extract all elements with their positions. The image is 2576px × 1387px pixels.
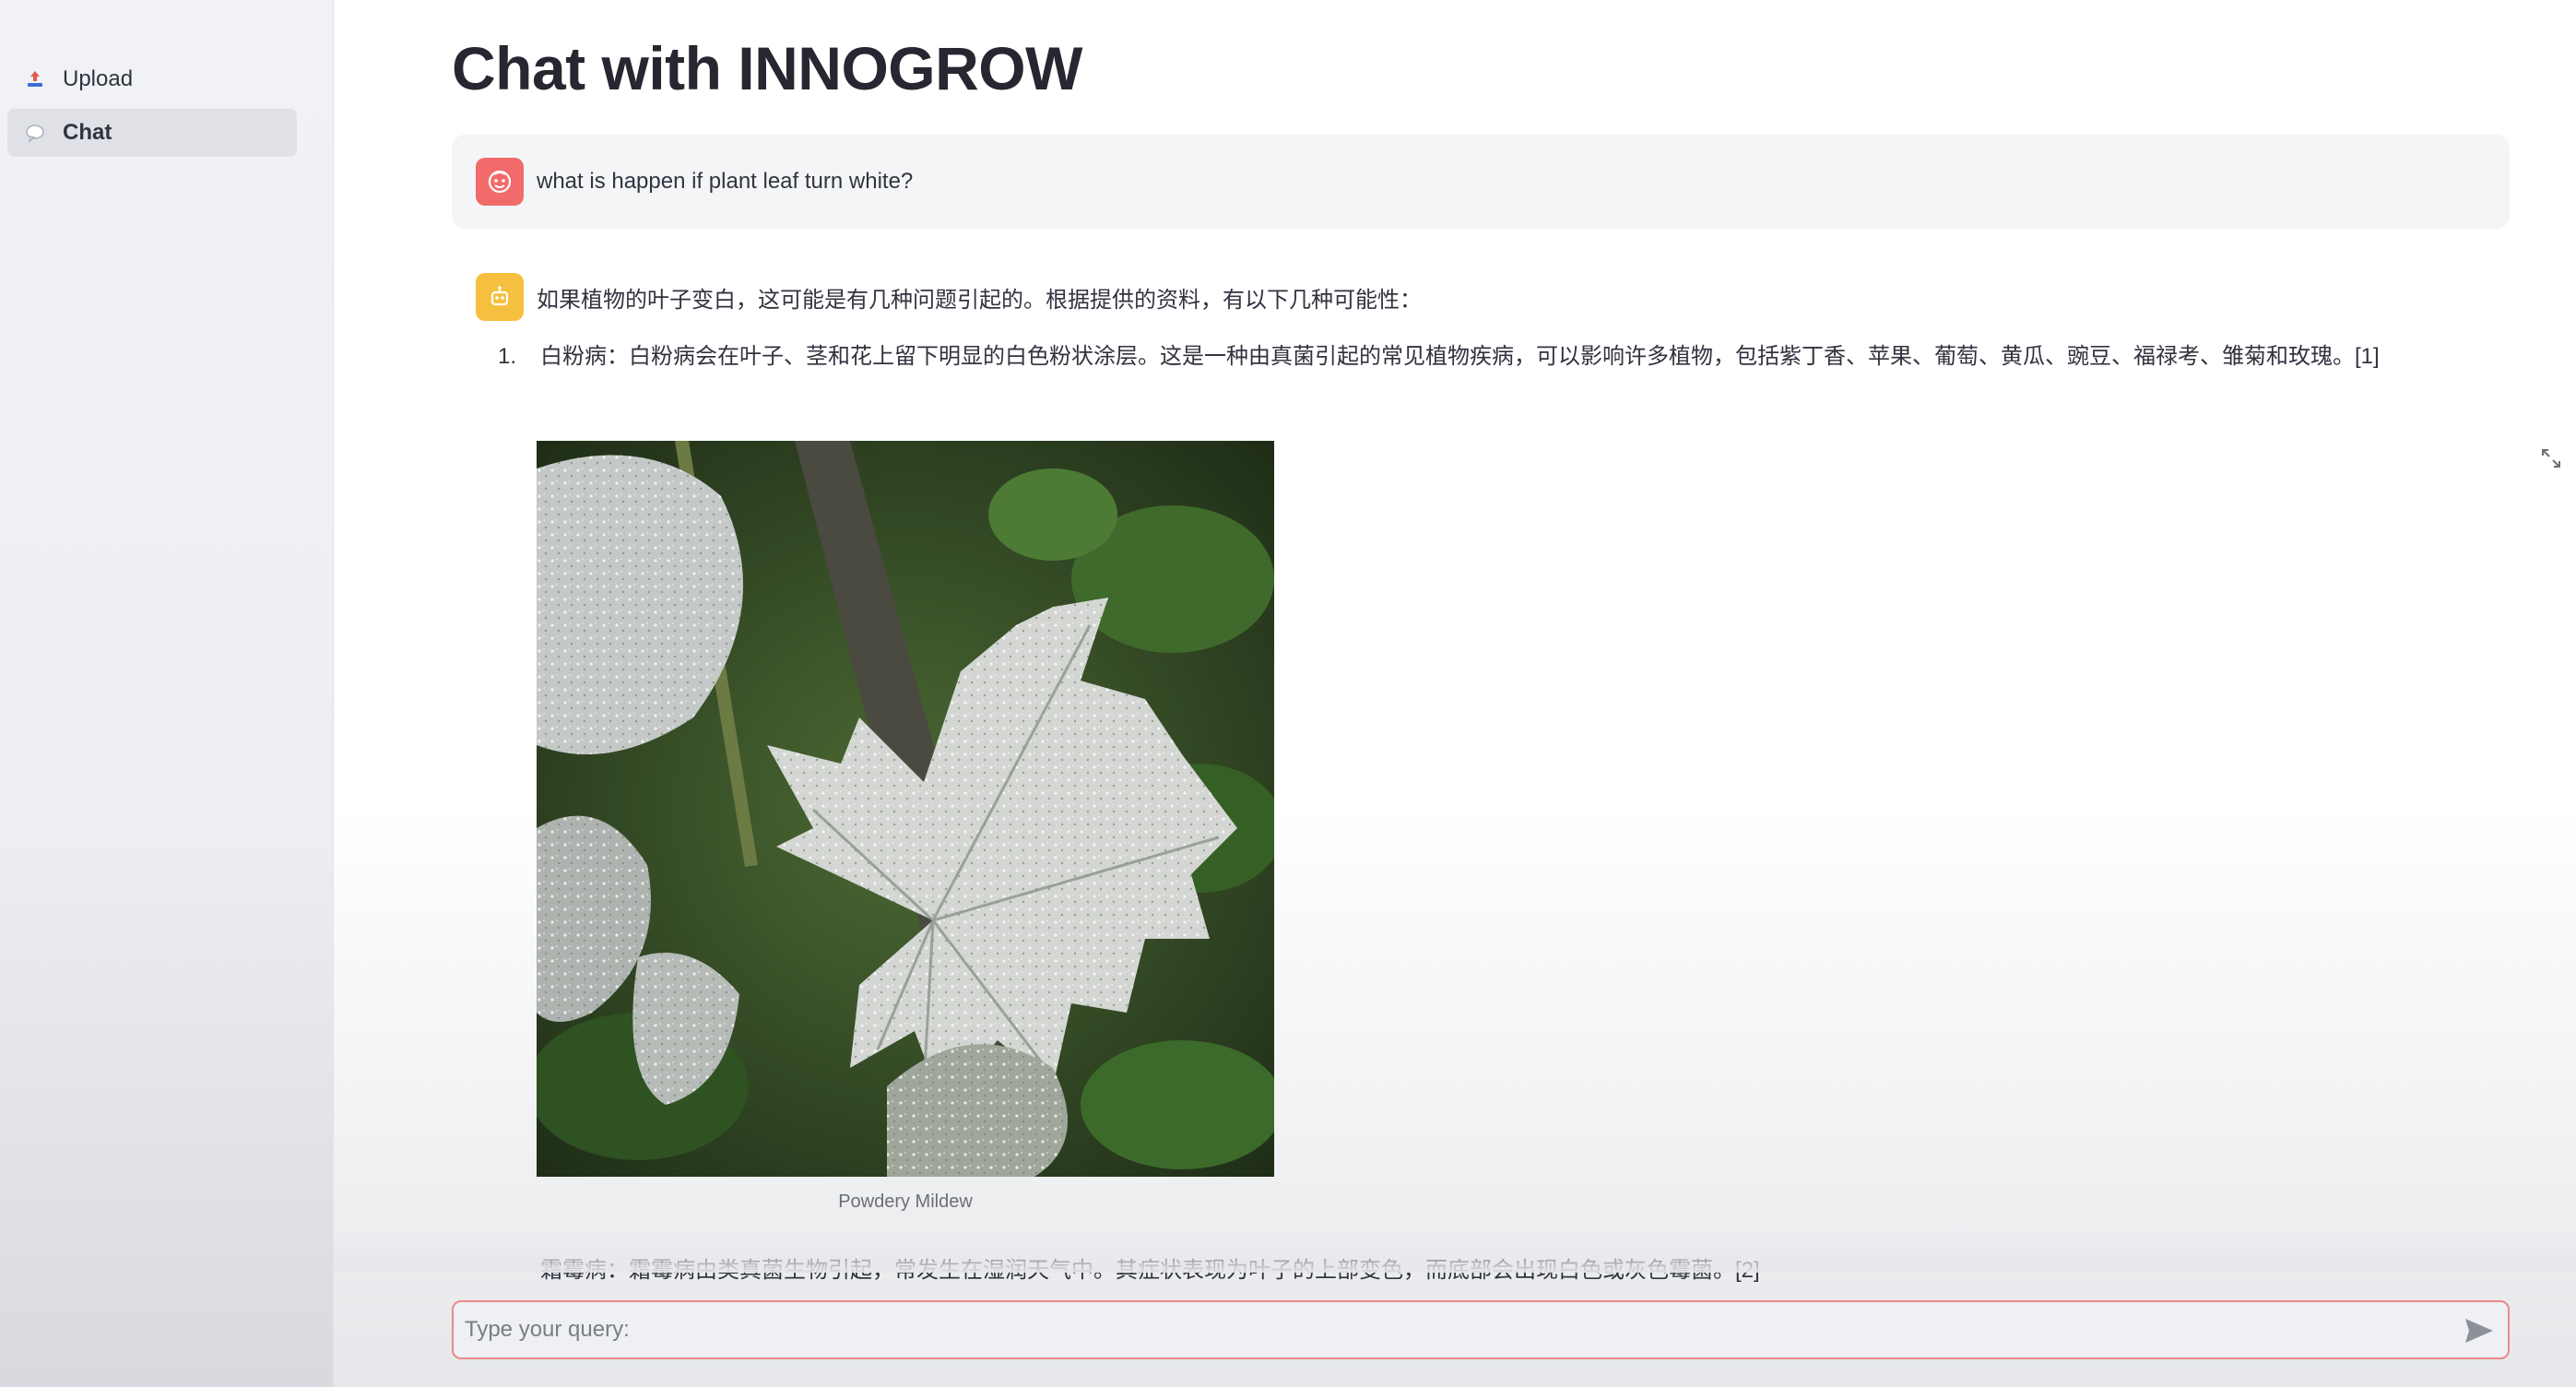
sidebar: Upload Chat [0,0,334,1387]
sidebar-item-label: Upload [63,66,134,91]
sidebar-item-label: Chat [63,120,112,145]
list-number: 1. [498,344,517,369]
image-caption: Powdery Mildew [838,1191,973,1212]
page-title: Chat with INNOGROW [452,34,1082,102]
chat-bubble-icon [22,120,48,146]
sidebar-item-upload[interactable]: Upload [7,55,297,103]
bottom-fade [334,1236,2576,1273]
fullscreen-icon[interactable] [2537,445,2565,472]
sidebar-item-chat[interactable]: Chat [7,109,297,157]
assistant-intro-text: 如果植物的叶子变白，这可能是有几种问题引起的。根据提供的资料，有以下几种可能性： [537,287,1422,313]
upload-icon [22,66,48,92]
powdery-mildew-image [537,441,1274,1177]
send-icon[interactable] [2464,1317,2495,1345]
user-message: what is happen if plant leaf turn white? [452,135,2510,229]
chat-input-container [452,1300,2510,1359]
user-face-icon [476,158,524,206]
assistant-message: 如果植物的叶子变白，这可能是有几种问题引起的。根据提供的资料，有以下几种可能性： [476,273,2510,321]
list-item: 1. 白粉病：白粉病会在叶子、茎和花上留下明显的白色粉状涂层。这是一种由真菌引起… [498,338,2486,376]
robot-icon [476,273,524,321]
query-input[interactable] [465,1317,2438,1343]
list-item-text: 白粉病：白粉病会在叶子、茎和花上留下明显的白色粉状涂层。这是一种由真菌引起的常见… [540,344,2380,369]
user-message-text: what is happen if plant leaf turn white? [537,169,914,194]
